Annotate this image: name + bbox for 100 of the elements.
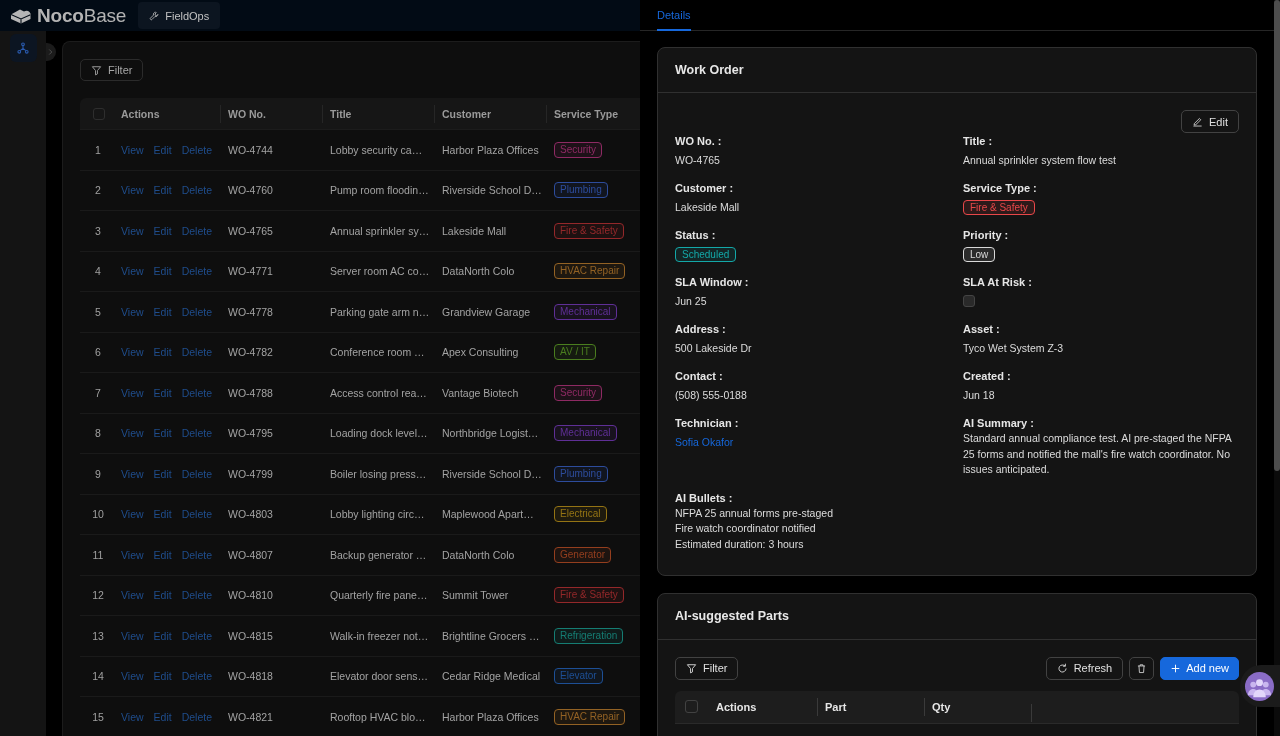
action-link[interactable]: Edit <box>153 143 172 156</box>
action-link[interactable]: Edit <box>153 427 172 440</box>
action-link[interactable]: Delete <box>181 508 213 521</box>
action-link[interactable]: View <box>121 305 144 318</box>
service-type-tag: HVAC Repair <box>554 708 626 725</box>
action-link[interactable]: Edit <box>153 184 172 197</box>
checkbox[interactable] <box>963 295 975 307</box>
row-number: 12 <box>92 589 104 602</box>
service-type-tag: AV / IT <box>554 344 596 361</box>
action-link[interactable]: Edit <box>153 508 172 521</box>
trash-icon <box>1136 662 1148 674</box>
summary-text: Standard annual compliance test. AI pre-staged the NFPA 25 forms and notified the mall's fire watch coordinator. No issues anticipated. <box>963 431 1233 478</box>
scrollbar-thumb[interactable] <box>1274 0 1280 472</box>
field-label: Asset : <box>963 322 1000 337</box>
action-link[interactable]: View <box>121 265 144 278</box>
action-link[interactable]: View <box>121 508 144 521</box>
edit-button[interactable]: Edit <box>1181 110 1239 133</box>
action-link[interactable]: Edit <box>153 305 172 318</box>
add-new-button[interactable]: Add new <box>1160 656 1239 680</box>
sidebar-item[interactable] <box>9 34 37 62</box>
action-link[interactable]: View <box>121 467 144 480</box>
action-link[interactable]: Edit <box>153 467 172 480</box>
refresh-button[interactable]: Refresh <box>1045 656 1124 680</box>
work-order-title: Server room AC co… <box>330 265 430 278</box>
action-link[interactable]: Edit <box>153 670 172 683</box>
action-link[interactable]: Delete <box>181 710 213 723</box>
action-link[interactable]: Delete <box>181 589 213 602</box>
row-number: 11 <box>92 548 104 561</box>
action-link[interactable]: Delete <box>181 265 213 278</box>
app-tab[interactable]: FieldOps <box>138 2 221 29</box>
wo-number: WO-4795 <box>228 427 273 440</box>
technician-link[interactable]: Sofia Okafor <box>675 436 734 448</box>
filter-icon <box>91 64 102 76</box>
work-order-title: Rooftop HVAC blo… <box>330 710 426 723</box>
bullet-line: Fire watch coordinator notified <box>675 521 817 537</box>
action-link[interactable]: Delete <box>181 143 213 156</box>
service-type-tag: Mechanical <box>554 425 617 442</box>
select-all-checkbox[interactable] <box>92 107 105 120</box>
action-link[interactable]: Delete <box>181 184 213 197</box>
work-order-title: Walk-in freezer not… <box>330 629 429 642</box>
action-link[interactable]: View <box>121 548 144 561</box>
action-link[interactable]: Edit <box>153 346 172 359</box>
action-link[interactable]: Delete <box>181 670 213 683</box>
action-link[interactable]: Delete <box>181 224 213 237</box>
service-type-tag: Electrical <box>554 506 607 523</box>
scrollbar-track[interactable] <box>1274 0 1280 736</box>
action-link[interactable]: View <box>121 386 144 399</box>
filter-button[interactable]: Filter <box>675 656 739 680</box>
action-link[interactable]: View <box>121 224 144 237</box>
select-all-checkbox[interactable] <box>685 700 698 714</box>
action-link[interactable]: Delete <box>181 548 213 561</box>
people-avatar-icon <box>1245 671 1274 701</box>
field-value: Tyco Wet System Z-3 <box>963 341 1064 356</box>
row-number: 14 <box>92 670 104 683</box>
service-type-tag: Fire & Safety <box>554 587 624 604</box>
action-link[interactable]: Delete <box>181 305 213 318</box>
filter-button[interactable]: Filter <box>80 59 144 81</box>
row-number: 10 <box>92 508 104 521</box>
action-link[interactable]: Delete <box>181 427 213 440</box>
field-label: Service Type : <box>963 181 1037 196</box>
action-link[interactable]: Delete <box>181 629 213 642</box>
work-order-title: Lobby lighting circ… <box>330 508 425 521</box>
wo-number: WO-4803 <box>228 508 273 521</box>
wrench-icon <box>149 10 160 21</box>
service-type-tag: HVAC Repair <box>554 263 626 280</box>
customer-name: Cedar Ridge Medical <box>442 670 541 683</box>
action-link[interactable]: View <box>121 184 144 197</box>
work-order-title: Boiler losing press… <box>330 467 427 480</box>
action-link[interactable]: Edit <box>153 386 172 399</box>
action-link[interactable]: View <box>121 629 144 642</box>
details-tab[interactable]: Details <box>657 0 691 31</box>
action-link[interactable]: Delete <box>181 386 213 399</box>
action-link[interactable]: Edit <box>153 548 172 561</box>
action-link[interactable]: Edit <box>153 224 172 237</box>
action-link[interactable]: View <box>121 710 144 723</box>
delete-button[interactable] <box>1129 656 1155 680</box>
action-link[interactable]: Edit <box>153 710 172 723</box>
card-title: AI-suggested Parts <box>675 609 789 624</box>
action-link[interactable]: View <box>121 143 144 156</box>
action-link[interactable]: Edit <box>153 589 172 602</box>
action-link[interactable]: Delete <box>181 346 213 359</box>
action-link[interactable]: Edit <box>153 265 172 278</box>
row-number: 4 <box>95 265 101 278</box>
action-link[interactable]: View <box>121 589 144 602</box>
action-link[interactable]: View <box>121 670 144 683</box>
customer-name: Grandview Garage <box>442 305 531 318</box>
refresh-icon <box>1056 662 1068 674</box>
work-order-title: Access control rea… <box>330 386 427 399</box>
work-order-title: Backup generator … <box>330 548 427 561</box>
action-link[interactable]: Edit <box>153 629 172 642</box>
action-link[interactable]: View <box>121 346 144 359</box>
service-type-tag: Elevator <box>554 668 603 685</box>
column-header: Qty <box>932 700 951 713</box>
action-link[interactable]: View <box>121 427 144 440</box>
filter-icon <box>686 662 697 674</box>
action-link[interactable]: Delete <box>181 467 213 480</box>
field-value: (508) 555-0188 <box>675 388 747 403</box>
work-order-title: Pump room floodin… <box>330 184 429 197</box>
collapse-toggle[interactable] <box>46 43 56 61</box>
assistant-button[interactable] <box>1240 665 1280 707</box>
